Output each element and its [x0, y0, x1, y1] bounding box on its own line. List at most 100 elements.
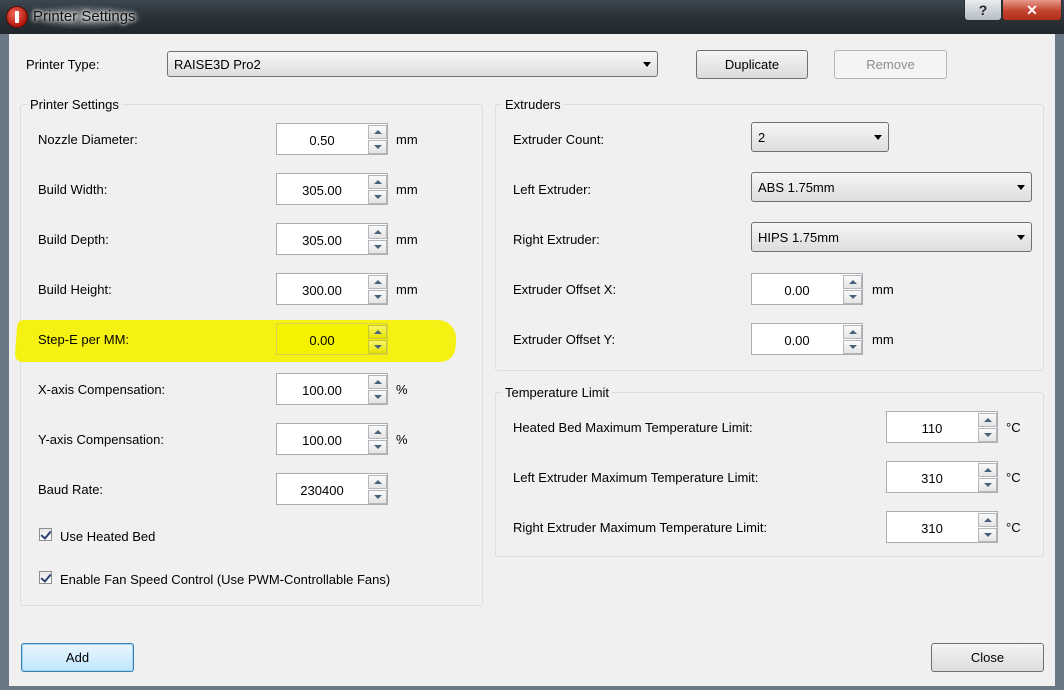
y-axis-compensation-label: Y-axis Compensation:	[38, 432, 164, 447]
window-title: Printer Settings	[33, 8, 136, 25]
baud-rate-spinbox[interactable]: 230400	[276, 473, 388, 505]
spin-up-icon[interactable]	[368, 325, 387, 339]
left-extruder-limit-label: Left Extruder Maximum Temperature Limit:	[513, 470, 759, 485]
step-e-spinbox[interactable]: 0.00	[276, 323, 388, 355]
temperature-limit-title: Temperature Limit	[502, 385, 613, 400]
use-heated-bed-checkbox[interactable]	[39, 528, 52, 541]
right-extruder-value: HIPS 1.75mm	[758, 230, 839, 245]
printer-type-value: RAISE3D Pro2	[174, 57, 261, 72]
spin-up-icon[interactable]	[978, 413, 997, 427]
extruder-offset-x-label: Extruder Offset X:	[513, 282, 617, 297]
right-extruder-limit-unit: °C	[1006, 520, 1021, 535]
right-extruder-limit-spinbox[interactable]: 310	[886, 511, 998, 543]
spin-up-icon[interactable]	[368, 275, 387, 289]
spin-down-icon[interactable]	[368, 340, 387, 354]
baud-rate-value: 230400	[300, 483, 344, 498]
spin-down-icon[interactable]	[843, 290, 862, 304]
spin-up-icon[interactable]	[978, 513, 997, 527]
build-height-unit: mm	[396, 282, 418, 297]
baud-rate-label: Baud Rate:	[38, 482, 104, 497]
nozzle-diameter-value: 0.50	[309, 133, 335, 148]
extruder-offset-y-unit: mm	[872, 332, 894, 347]
extruder-count-value: 2	[758, 130, 766, 145]
extruder-offset-x-spinbox[interactable]: 0.00	[751, 273, 863, 305]
spin-down-icon[interactable]	[368, 490, 387, 504]
extruder-count-label: Extruder Count:	[513, 132, 605, 147]
x-axis-compensation-unit: %	[396, 382, 408, 397]
fan-speed-control-label: Enable Fan Speed Control (Use PWM-Contro…	[60, 572, 391, 587]
spin-up-icon[interactable]	[978, 463, 997, 477]
remove-button[interactable]: Remove	[834, 50, 947, 79]
use-heated-bed-label: Use Heated Bed	[60, 529, 156, 544]
x-axis-compensation-spinbox[interactable]: 100.00	[276, 373, 388, 405]
app-icon	[6, 6, 28, 28]
spin-down-icon[interactable]	[978, 428, 997, 442]
heated-bed-limit-spinbox[interactable]: 110	[886, 411, 998, 443]
add-button[interactable]: Add	[21, 643, 134, 672]
duplicate-button[interactable]: Duplicate	[696, 50, 808, 79]
printer-settings-title: Printer Settings	[27, 97, 122, 112]
heated-bed-limit-label: Heated Bed Maximum Temperature Limit:	[513, 420, 753, 435]
y-axis-compensation-unit: %	[396, 432, 408, 447]
left-extruder-dropdown[interactable]: ABS 1.75mm	[751, 172, 1032, 202]
extruder-offset-x-value: 0.00	[784, 283, 810, 298]
spin-down-icon[interactable]	[368, 390, 387, 404]
step-e-value: 0.00	[309, 333, 335, 348]
build-width-unit: mm	[396, 182, 418, 197]
build-height-label: Build Height:	[38, 282, 112, 297]
nozzle-diameter-label: Nozzle Diameter:	[38, 132, 138, 147]
spin-down-icon[interactable]	[368, 140, 387, 154]
help-button[interactable]: ?	[964, 0, 1002, 21]
spin-up-icon[interactable]	[368, 175, 387, 189]
left-extruder-limit-spinbox[interactable]: 310	[886, 461, 998, 493]
build-height-value: 300.00	[302, 283, 342, 298]
left-extruder-limit-value: 310	[921, 471, 943, 486]
spin-down-icon[interactable]	[368, 240, 387, 254]
spin-up-icon[interactable]	[368, 425, 387, 439]
build-width-value: 305.00	[302, 183, 342, 198]
nozzle-diameter-spinbox[interactable]: 0.50	[276, 123, 388, 155]
left-extruder-limit-unit: °C	[1006, 470, 1021, 485]
build-depth-unit: mm	[396, 232, 418, 247]
x-axis-compensation-value: 100.00	[302, 383, 342, 398]
chevron-down-icon	[874, 135, 882, 140]
spin-down-icon[interactable]	[843, 340, 862, 354]
x-axis-compensation-label: X-axis Compensation:	[38, 382, 166, 397]
right-extruder-limit-label: Right Extruder Maximum Temperature Limit…	[513, 520, 768, 535]
right-extruder-limit-value: 310	[921, 521, 943, 536]
build-width-spinbox[interactable]: 305.00	[276, 173, 388, 205]
extruders-title: Extruders	[502, 97, 564, 112]
extruder-offset-y-label: Extruder Offset Y:	[513, 332, 616, 347]
fan-speed-control-checkbox[interactable]	[39, 571, 52, 584]
spin-down-icon[interactable]	[978, 478, 997, 492]
spin-down-icon[interactable]	[368, 190, 387, 204]
build-depth-label: Build Depth:	[38, 232, 109, 247]
spin-up-icon[interactable]	[843, 325, 862, 339]
title-bar	[0, 0, 1064, 34]
printer-type-dropdown[interactable]: RAISE3D Pro2	[167, 51, 658, 77]
step-e-label: Step-E per MM:	[38, 332, 130, 347]
left-extruder-value: ABS 1.75mm	[758, 180, 835, 195]
spin-up-icon[interactable]	[368, 225, 387, 239]
spin-down-icon[interactable]	[368, 290, 387, 304]
extruder-offset-y-spinbox[interactable]: 0.00	[751, 323, 863, 355]
spin-down-icon[interactable]	[368, 440, 387, 454]
spin-up-icon[interactable]	[368, 475, 387, 489]
spin-down-icon[interactable]	[978, 528, 997, 542]
y-axis-compensation-spinbox[interactable]: 100.00	[276, 423, 388, 455]
spin-up-icon[interactable]	[368, 125, 387, 139]
chevron-down-icon	[643, 62, 651, 67]
heated-bed-limit-unit: °C	[1006, 420, 1021, 435]
left-extruder-label: Left Extruder:	[513, 182, 592, 197]
close-window-button[interactable]: ✕	[1002, 0, 1062, 21]
build-height-spinbox[interactable]: 300.00	[276, 273, 388, 305]
extruder-offset-x-unit: mm	[872, 282, 894, 297]
spin-up-icon[interactable]	[368, 375, 387, 389]
spin-up-icon[interactable]	[843, 275, 862, 289]
build-depth-spinbox[interactable]: 305.00	[276, 223, 388, 255]
extruder-count-dropdown[interactable]: 2	[751, 122, 889, 152]
nozzle-diameter-unit: mm	[396, 132, 418, 147]
close-button[interactable]: Close	[931, 643, 1044, 672]
chevron-down-icon	[1017, 235, 1025, 240]
right-extruder-dropdown[interactable]: HIPS 1.75mm	[751, 222, 1032, 252]
